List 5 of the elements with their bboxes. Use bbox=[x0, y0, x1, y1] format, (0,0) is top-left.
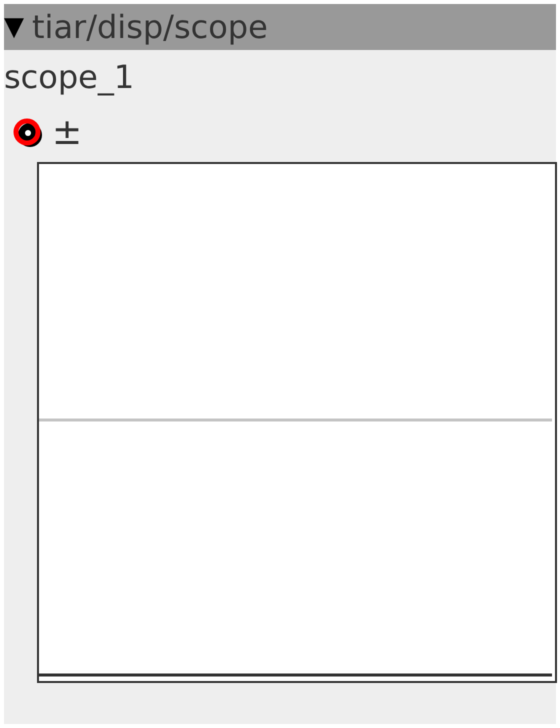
collapse-toggle[interactable]: ▼ bbox=[4, 12, 24, 42]
panel-title: tiar/disp/scope bbox=[32, 8, 268, 46]
panel-header[interactable]: ▼ tiar/disp/scope bbox=[4, 4, 556, 50]
plus-minus-button[interactable]: ± bbox=[52, 115, 82, 151]
scope-name: scope_1 bbox=[4, 57, 136, 98]
